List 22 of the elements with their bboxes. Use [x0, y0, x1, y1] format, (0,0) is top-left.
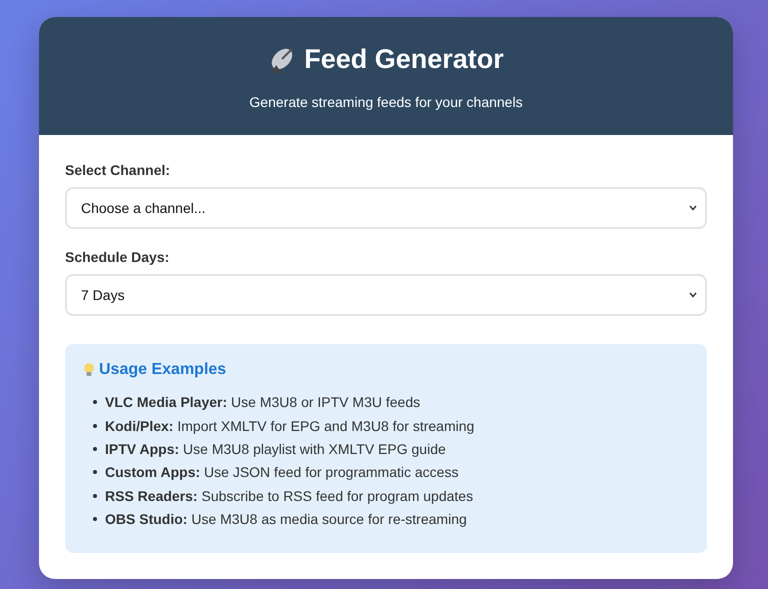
usage-item: OBS Studio: Use M3U8 as media source for re-streaming — [105, 511, 467, 528]
lightbulb-icon — [83, 362, 95, 378]
bullet-icon — [93, 424, 97, 428]
app-title: Feed Generator — [304, 44, 504, 75]
bullet-icon — [93, 470, 97, 474]
section-title: Usage Examples — [99, 360, 226, 378]
field-label: Schedule Days: — [65, 248, 170, 264]
bullet-icon — [93, 494, 97, 498]
bullet-icon — [93, 446, 97, 451]
app-subtitle: Generate streaming feeds for your channels — [248, 94, 524, 110]
chevron-down-icon — [689, 204, 697, 210]
bullet-icon — [93, 517, 97, 522]
dropdown-select[interactable]: Choose a channel... — [65, 186, 707, 228]
chevron-down-icon — [689, 292, 697, 298]
usage-item: Kodi/Plex: Import XMLTV for EPG and M3U8 for streaming — [105, 418, 474, 434]
usage-item: Custom Apps: Use JSON feed for programmatic access — [105, 464, 458, 480]
usage-item: RSS Readers: Subscribe to RSS feed for program updates — [105, 488, 474, 504]
bullet-icon — [93, 400, 97, 404]
field-label: Select Channel: — [65, 162, 172, 178]
usage-item: VLC Media Player: Use M3U8 or IPTV M3U feeds — [105, 394, 420, 410]
usage-item: IPTV Apps: Use M3U8 playlist with XMLTV EPG guide — [105, 440, 446, 457]
dropdown-select[interactable]: 7 Days — [65, 274, 707, 316]
